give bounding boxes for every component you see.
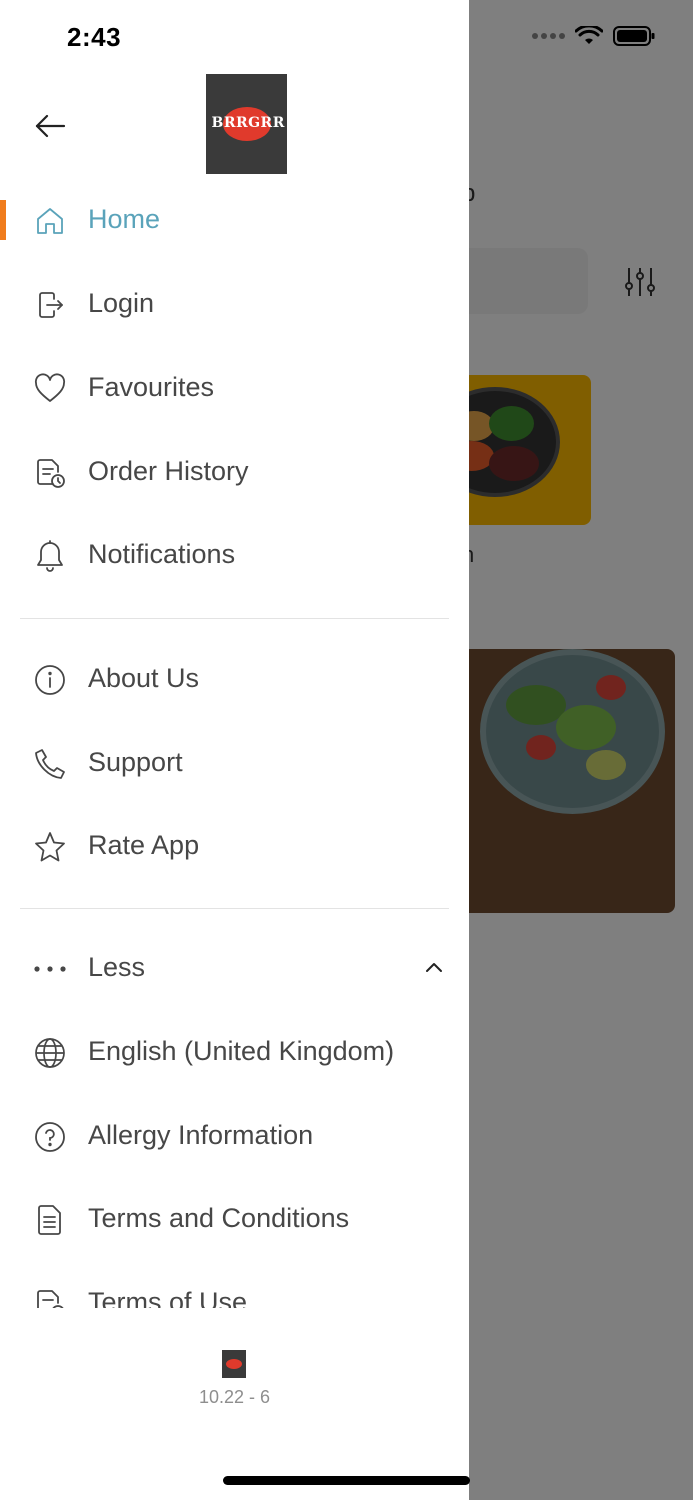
menu-item-login[interactable]: Login xyxy=(0,273,469,333)
scroll-clip xyxy=(0,1308,469,1348)
menu-item-allergy-information[interactable]: Allergy Information xyxy=(0,1105,469,1165)
menu-item-label: Less xyxy=(88,951,146,982)
login-icon xyxy=(32,287,68,323)
menu-item-label: Support xyxy=(88,746,183,777)
globe-icon xyxy=(32,1035,68,1071)
menu-item-label: Order History xyxy=(88,455,249,486)
navigation-drawer: BRRGRR Home Login Favourites Order Histo… xyxy=(0,0,469,1500)
menu-item-label: Rate App xyxy=(88,829,200,860)
wifi-icon xyxy=(575,26,603,44)
menu-item-rate-app[interactable]: Rate App xyxy=(0,815,469,875)
back-button[interactable] xyxy=(30,108,70,144)
info-icon xyxy=(32,662,68,698)
star-icon xyxy=(32,829,68,865)
document-icon xyxy=(32,1202,68,1238)
menu-item-language[interactable]: English (United Kingdom) xyxy=(0,1021,469,1081)
signal-icon xyxy=(532,33,565,39)
menu-item-about-us[interactable]: About Us xyxy=(0,648,469,708)
question-circle-icon xyxy=(32,1119,68,1155)
menu-item-favourites[interactable]: Favourites xyxy=(0,357,469,417)
status-time: 2:43 xyxy=(67,22,122,52)
menu-divider xyxy=(20,908,449,909)
menu-toggle-less[interactable]: Less xyxy=(0,937,469,997)
more-dots-icon xyxy=(32,951,68,987)
chevron-up-icon xyxy=(420,953,448,981)
menu-item-label: Home xyxy=(88,203,161,234)
menu-item-label: Notifications xyxy=(88,538,236,569)
menu-item-label: Terms and Conditions xyxy=(88,1202,350,1233)
arrow-left-icon xyxy=(35,114,66,138)
home-icon xyxy=(32,203,68,239)
menu-item-terms-and-conditions[interactable]: Terms and Conditions xyxy=(0,1188,469,1248)
brand-logo: BRRGRR xyxy=(206,74,287,174)
battery-icon xyxy=(613,26,655,46)
order-history-icon xyxy=(32,455,68,491)
bell-icon xyxy=(32,538,68,574)
menu-item-label: Allergy Information xyxy=(88,1119,314,1150)
menu-item-label: Login xyxy=(88,287,155,318)
heart-icon xyxy=(32,371,68,407)
home-indicator[interactable] xyxy=(223,1476,470,1485)
phone-icon xyxy=(32,746,68,782)
status-indicators xyxy=(532,26,655,46)
menu-item-label: About Us xyxy=(88,662,200,693)
menu-item-support[interactable]: Support xyxy=(0,732,469,792)
menu-item-order-history[interactable]: Order History xyxy=(0,441,469,501)
menu-item-label: English (United Kingdom) xyxy=(88,1035,395,1066)
menu-divider xyxy=(20,618,449,619)
menu-item-home[interactable]: Home xyxy=(0,189,469,249)
app-version: 10.22 - 6 xyxy=(198,1387,271,1407)
footer-brand-logo xyxy=(222,1350,246,1378)
menu-item-notifications[interactable]: Notifications xyxy=(0,524,469,584)
menu-item-label: Favourites xyxy=(88,371,215,402)
